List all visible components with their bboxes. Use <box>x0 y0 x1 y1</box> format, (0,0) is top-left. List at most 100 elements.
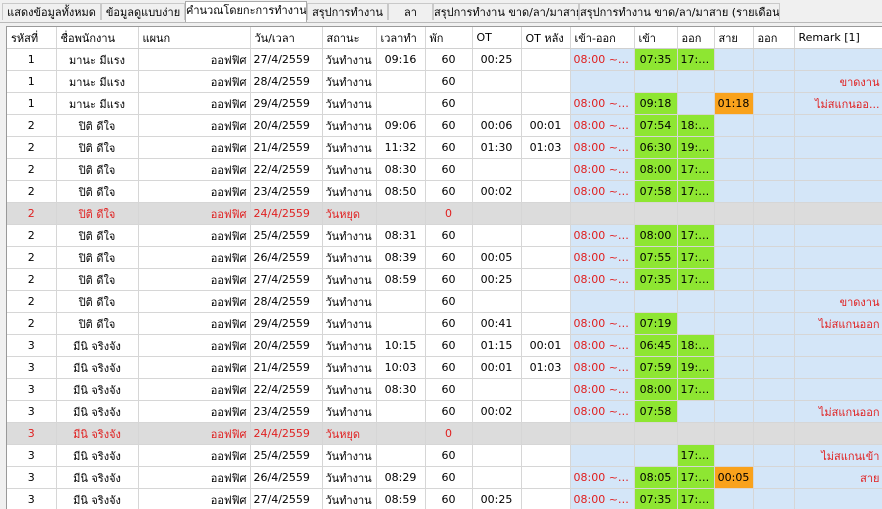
cell-status: วันทำงาน <box>322 93 376 115</box>
table-row[interactable]: 2ปิติ ดีใจออฟฟิศ25/4/2559วันทำงาน08:3160… <box>7 225 882 247</box>
cell-dept: ออฟฟิศ <box>138 401 250 423</box>
cell-status: วันทำงาน <box>322 137 376 159</box>
table-row[interactable]: 3มีนิ จริงจังออฟฟิศ24/4/2559วันหยุด0 <box>7 423 882 445</box>
table-row[interactable]: 3มีนิ จริงจังออฟฟิศ21/4/2559วันทำงาน10:0… <box>7 357 882 379</box>
cell-ot-after: 00:01 <box>521 335 570 357</box>
cell-out: 17:48 <box>677 181 714 203</box>
cell-name: ปิติ ดีใจ <box>56 181 138 203</box>
cell-late <box>714 137 753 159</box>
cell-dept: ออฟฟิศ <box>138 247 250 269</box>
tab-absence-summary-monthly[interactable]: สรุปการทำงาน ขาด/ลา/มาสาย (รายเดือน) <box>579 3 780 20</box>
col-header-dept[interactable]: แผนก <box>138 27 250 49</box>
cell-in: 08:00 <box>634 225 677 247</box>
table-row[interactable]: 2ปิติ ดีใจออฟฟิศ21/4/2559วันทำงาน11:3260… <box>7 137 882 159</box>
table-row[interactable]: 3มีนิ จริงจังออฟฟิศ22/4/2559วันทำงาน08:3… <box>7 379 882 401</box>
cell-ot-after <box>521 445 570 467</box>
col-header-late[interactable]: สาย <box>714 27 753 49</box>
cell-remark <box>794 159 882 181</box>
attendance-table: รหัสที่ ชื่อพนักงาน แผนก วัน/เวลา สถานะ … <box>7 27 882 509</box>
attendance-grid[interactable]: รหัสที่ ชื่อพนักงาน แผนก วัน/เวลา สถานะ … <box>6 26 882 509</box>
table-row[interactable]: 2ปิติ ดีใจออฟฟิศ26/4/2559วันทำงาน08:3960… <box>7 247 882 269</box>
cell-ot-after <box>521 181 570 203</box>
cell-in: 07:35 <box>634 49 677 71</box>
cell-remark: สาย <box>794 467 882 489</box>
tab-leave[interactable]: ลา <box>388 3 433 20</box>
cell-status: วันทำงาน <box>322 313 376 335</box>
cell-early-out <box>753 423 794 445</box>
col-header-ot[interactable]: OT <box>472 27 521 49</box>
col-header-early-out[interactable]: ออก <box>753 27 794 49</box>
table-row[interactable]: 2ปิติ ดีใจออฟฟิศ27/4/2559วันทำงาน08:5960… <box>7 269 882 291</box>
cell-break: 60 <box>425 137 472 159</box>
cell-date: 28/4/2559 <box>250 71 322 93</box>
table-row[interactable]: 2ปิติ ดีใจออฟฟิศ28/4/2559วันทำงาน60ขาดงา… <box>7 291 882 313</box>
cell-late <box>714 401 753 423</box>
cell-ot: 00:25 <box>472 49 521 71</box>
col-header-shift[interactable]: เข้า-ออก <box>570 27 634 49</box>
col-header-name[interactable]: ชื่อพนักงาน <box>56 27 138 49</box>
table-row[interactable]: 1มานะ มีแรงออฟฟิศ27/4/2559วันทำงาน09:166… <box>7 49 882 71</box>
col-header-ot-after[interactable]: OT หลัง <box>521 27 570 49</box>
col-header-date[interactable]: วัน/เวลา <box>250 27 322 49</box>
cell-break: 60 <box>425 93 472 115</box>
cell-dept: ออฟฟิศ <box>138 269 250 291</box>
cell-ot <box>472 379 521 401</box>
col-header-remark[interactable]: Remark [1] <box>794 27 882 49</box>
cell-dept: ออฟฟิศ <box>138 445 250 467</box>
table-row[interactable]: 2ปิติ ดีใจออฟฟิศ20/4/2559วันทำงาน09:0660… <box>7 115 882 137</box>
cell-ot-after <box>521 71 570 93</box>
cell-status: วันหยุด <box>322 423 376 445</box>
cell-shift: 08:00 ~1... <box>570 467 634 489</box>
col-header-out[interactable]: ออก <box>677 27 714 49</box>
table-row[interactable]: 2ปิติ ดีใจออฟฟิศ24/4/2559วันหยุด0 <box>7 203 882 225</box>
cell-early-out <box>753 71 794 93</box>
col-header-in[interactable]: เข้า <box>634 27 677 49</box>
cell-out <box>677 71 714 93</box>
col-header-id[interactable]: รหัสที่ <box>7 27 56 49</box>
cell-remark <box>794 379 882 401</box>
cell-remark: ขาดงาน <box>794 71 882 93</box>
cell-in <box>634 71 677 93</box>
tab-work-summary[interactable]: สรุปการทำงาน <box>307 3 388 20</box>
cell-dept: ออฟฟิศ <box>138 93 250 115</box>
col-header-work-time[interactable]: เวลาทำ <box>376 27 425 49</box>
table-row[interactable]: 1มานะ มีแรงออฟฟิศ29/4/2559วันทำงาน6008:0… <box>7 93 882 115</box>
cell-date: 21/4/2559 <box>250 357 322 379</box>
cell-ot: 00:06 <box>472 115 521 137</box>
cell-early-out <box>753 291 794 313</box>
table-row[interactable]: 2ปิติ ดีใจออฟฟิศ23/4/2559วันทำงาน08:5060… <box>7 181 882 203</box>
tab-all-data[interactable]: แสดงข้อมูลทั้งหมด <box>2 3 101 20</box>
cell-name: ปิติ ดีใจ <box>56 225 138 247</box>
cell-early-out <box>753 357 794 379</box>
table-row[interactable]: 3มีนิ จริงจังออฟฟิศ27/4/2559วันทำงาน08:5… <box>7 489 882 509</box>
cell-name: ปิติ ดีใจ <box>56 137 138 159</box>
table-row[interactable]: 3มีนิ จริงจังออฟฟิศ20/4/2559วันทำงาน10:1… <box>7 335 882 357</box>
col-header-break[interactable]: พัก <box>425 27 472 49</box>
table-row[interactable]: 2ปิติ ดีใจออฟฟิศ29/4/2559วันทำงาน6000:41… <box>7 313 882 335</box>
tab-simple-view[interactable]: ข้อมูลดูแบบง่าย <box>101 3 185 20</box>
table-row[interactable]: 3มีนิ จริงจังออฟฟิศ25/4/2559วันทำงาน6017… <box>7 445 882 467</box>
tab-absence-summary[interactable]: สรุปการทำงาน ขาด/ลา/มาสาย <box>433 3 579 20</box>
tab-strip: แสดงข้อมูลทั้งหมด ข้อมูลดูแบบง่าย คำนวณโ… <box>0 0 882 23</box>
cell-remark <box>794 225 882 247</box>
col-header-status[interactable]: สถานะ <box>322 27 376 49</box>
table-row[interactable]: 3มีนิ จริงจังออฟฟิศ26/4/2559วันทำงาน08:2… <box>7 467 882 489</box>
cell-id: 1 <box>7 49 56 71</box>
cell-late <box>714 291 753 313</box>
cell-in: 07:59 <box>634 357 677 379</box>
cell-late: 00:05 <box>714 467 753 489</box>
cell-ot <box>472 225 521 247</box>
table-row[interactable]: 1มานะ มีแรงออฟฟิศ28/4/2559วันทำงาน60ขาดง… <box>7 71 882 93</box>
cell-out: 18:01 <box>677 335 714 357</box>
table-row[interactable]: 3มีนิ จริงจังออฟฟิศ23/4/2559วันทำงาน6000… <box>7 401 882 423</box>
table-row[interactable]: 2ปิติ ดีใจออฟฟิศ22/4/2559วันทำงาน08:3060… <box>7 159 882 181</box>
cell-break: 60 <box>425 225 472 247</box>
cell-in: 07:58 <box>634 181 677 203</box>
cell-id: 2 <box>7 269 56 291</box>
cell-remark <box>794 247 882 269</box>
cell-out: 17:35 <box>677 269 714 291</box>
cell-work-time <box>376 445 425 467</box>
cell-early-out <box>753 313 794 335</box>
tab-shift-calc[interactable]: คำนวณโดยกะการทำงาน <box>185 1 307 22</box>
cell-name: มีนิ จริงจัง <box>56 357 138 379</box>
